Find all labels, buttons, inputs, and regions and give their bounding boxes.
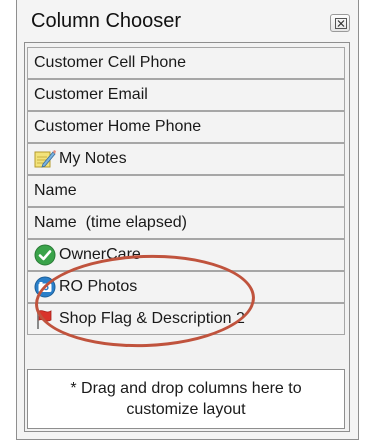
column-list: Customer Cell Phone Customer Email Custo… bbox=[24, 42, 350, 432]
camera-icon bbox=[34, 276, 56, 298]
column-item-name-time-elapsed[interactable]: Name (time elapsed) bbox=[27, 207, 345, 239]
column-item-customer-cell-phone[interactable]: Customer Cell Phone bbox=[27, 47, 345, 79]
column-chooser-window: Column Chooser Customer Cell Phone Custo… bbox=[16, 0, 359, 440]
column-label: Customer Cell Phone bbox=[34, 54, 187, 71]
column-item-name[interactable]: Name bbox=[27, 175, 345, 207]
drop-zone-hint[interactable]: * Drag and drop columns here to customiz… bbox=[27, 369, 345, 429]
column-label: RO Photos bbox=[59, 278, 138, 295]
column-item-customer-email[interactable]: Customer Email bbox=[27, 79, 345, 111]
close-icon bbox=[335, 18, 347, 29]
column-label: OwnerCare bbox=[59, 246, 141, 263]
close-button[interactable] bbox=[330, 14, 350, 32]
column-item-ro-photos[interactable]: RO Photos bbox=[27, 271, 345, 303]
notes-pencil-icon bbox=[34, 148, 56, 170]
titlebar[interactable]: Column Chooser bbox=[17, 0, 358, 42]
column-item-my-notes[interactable]: My Notes bbox=[27, 143, 345, 175]
column-label: Name bbox=[34, 182, 77, 199]
drop-zone-text: * Drag and drop columns here to customiz… bbox=[70, 380, 302, 418]
column-label: Customer Email bbox=[34, 86, 148, 103]
column-item-ownercare[interactable]: OwnerCare bbox=[27, 239, 345, 271]
window-title: Column Chooser bbox=[31, 10, 182, 32]
column-label: Shop Flag & Description 2 bbox=[59, 310, 245, 327]
column-item-customer-home-phone[interactable]: Customer Home Phone bbox=[27, 111, 345, 143]
column-label: Customer Home Phone bbox=[34, 118, 202, 135]
green-check-icon bbox=[34, 244, 56, 266]
column-label: My Notes bbox=[59, 150, 127, 167]
flag-icon bbox=[34, 308, 56, 330]
column-item-shop-flag-description-2[interactable]: Shop Flag & Description 2 bbox=[27, 303, 345, 335]
column-label: Name (time elapsed) bbox=[34, 214, 187, 231]
